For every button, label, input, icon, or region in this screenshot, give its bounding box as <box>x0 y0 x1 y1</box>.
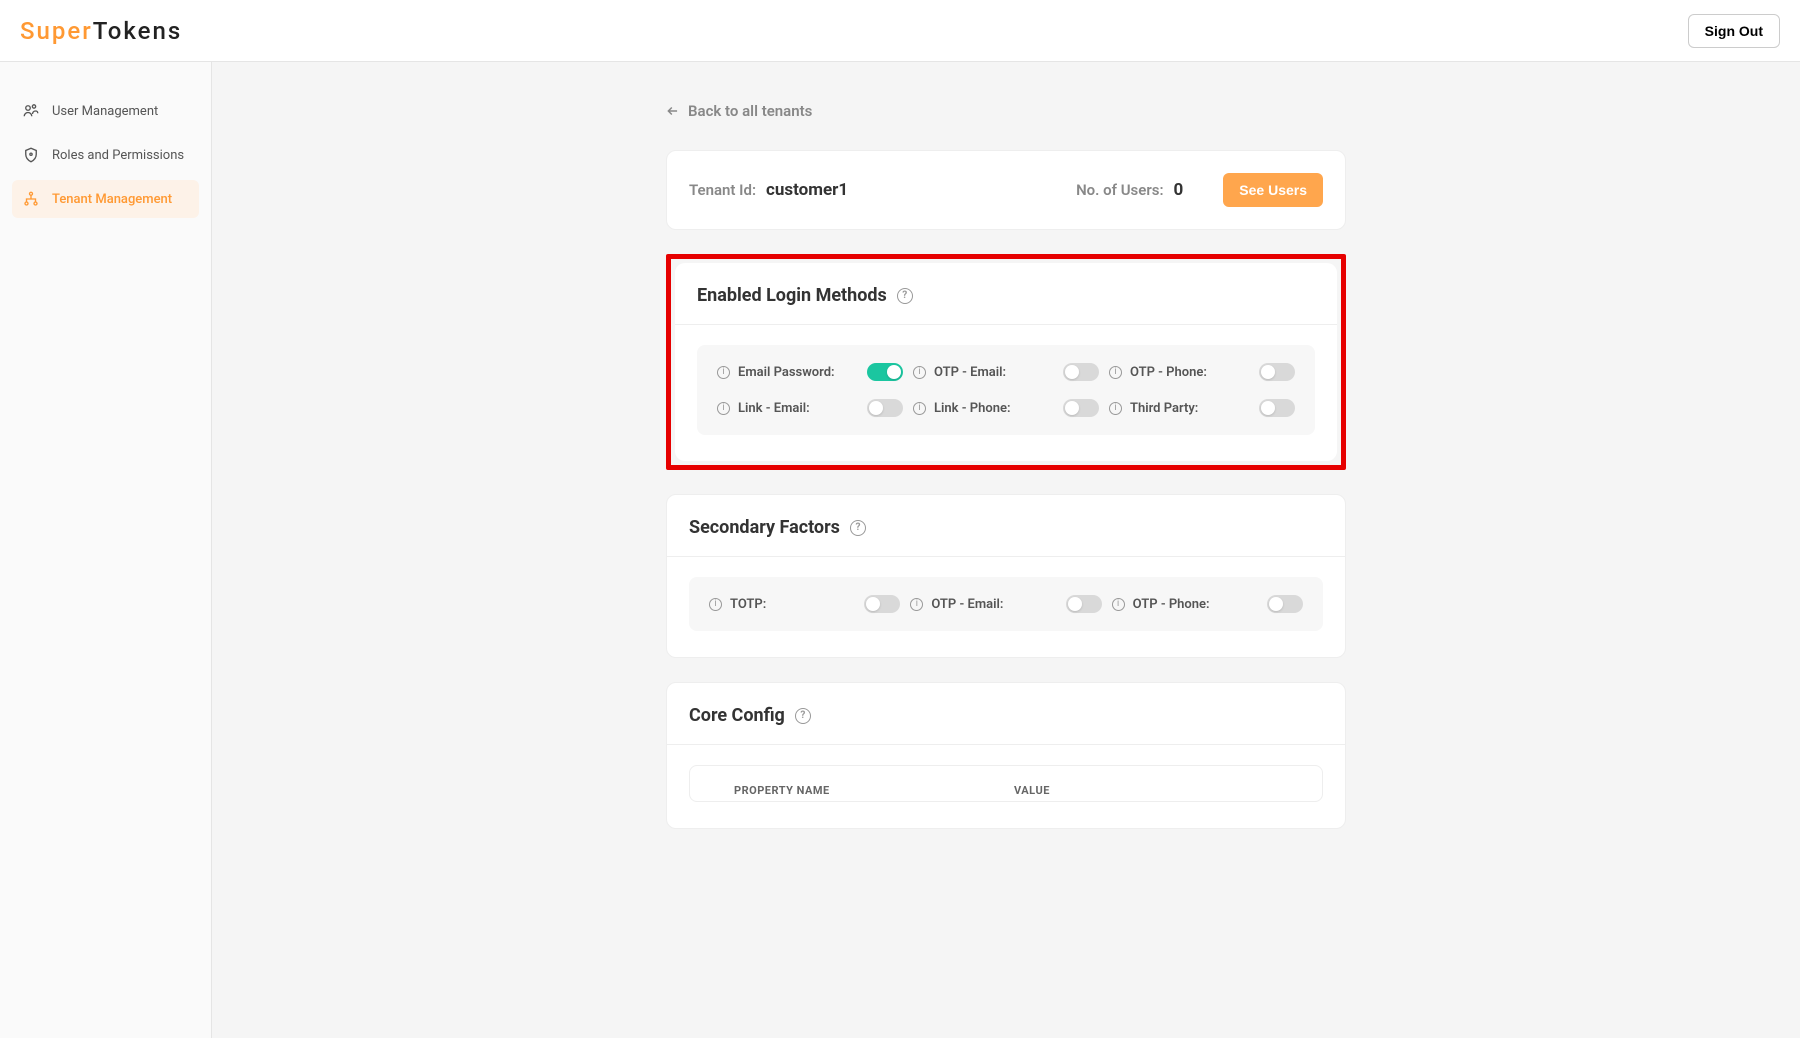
secondary-factor-row: i OTP - Email: <box>910 595 1101 613</box>
sidebar-item-roles[interactable]: Roles and Permissions <box>12 136 199 174</box>
core-config-card: Core Config ? PROPERTY NAME VALUE <box>666 682 1346 829</box>
login-method-toggle[interactable] <box>1259 399 1295 417</box>
config-col-value: VALUE <box>1014 784 1278 797</box>
app-header: SuperTokens Sign Out <box>0 0 1800 62</box>
secondary-factor-label-text: OTP - Email: <box>931 597 1003 612</box>
login-method-label-text: Third Party: <box>1130 401 1198 416</box>
login-method-label-text: Email Password: <box>738 365 835 380</box>
secondary-factor-toggle[interactable] <box>1066 595 1102 613</box>
tenant-users-value: 0 <box>1174 180 1184 200</box>
secondary-factor-toggle[interactable] <box>864 595 900 613</box>
sidebar-item-label: User Management <box>52 104 158 119</box>
main-content: Back to all tenants Tenant Id: customer1… <box>212 62 1800 1038</box>
config-col-name: PROPERTY NAME <box>734 784 1014 797</box>
secondary-factor-row: i OTP - Phone: <box>1112 595 1303 613</box>
secondary-factors-grid: i TOTP: i OTP - Email: i OTP - Phone: <box>689 577 1323 631</box>
info-icon[interactable]: i <box>717 366 730 379</box>
login-method-label: i Link - Phone: <box>913 401 1011 416</box>
secondary-factor-label-text: OTP - Phone: <box>1133 597 1210 612</box>
toggle-knob <box>869 401 883 415</box>
secondary-factor-label-text: TOTP: <box>730 597 766 612</box>
secondary-factor-row: i TOTP: <box>709 595 900 613</box>
secondary-factors-card: Secondary Factors ? iTOTP:iOTP - Email:i… <box>666 494 1346 658</box>
login-method-label-text: OTP - Phone: <box>1130 365 1207 380</box>
core-config-table: PROPERTY NAME VALUE <box>689 765 1323 802</box>
info-icon[interactable]: i <box>910 598 923 611</box>
toggle-knob <box>1261 401 1275 415</box>
login-method-label-text: Link - Phone: <box>934 401 1011 416</box>
login-method-label: i Email Password: <box>717 365 835 380</box>
sidebar-item-label: Tenant Management <box>52 192 172 207</box>
login-method-label: i Link - Email: <box>717 401 810 416</box>
info-icon[interactable]: i <box>709 598 722 611</box>
login-method-label-text: OTP - Email: <box>934 365 1006 380</box>
help-icon[interactable]: ? <box>850 520 866 536</box>
login-methods-highlight: Enabled Login Methods ? i Email Password:… <box>666 254 1346 470</box>
login-method-toggle[interactable] <box>867 399 903 417</box>
back-link-label: Back to all tenants <box>688 102 812 120</box>
toggle-knob <box>1068 597 1082 611</box>
core-config-title: Core Config <box>689 705 785 726</box>
login-method-label: i OTP - Phone: <box>1109 365 1207 380</box>
logo-super: Super <box>20 17 93 45</box>
login-methods-card: Enabled Login Methods ? i Email Password:… <box>675 263 1337 461</box>
see-users-button[interactable]: See Users <box>1223 173 1323 207</box>
back-to-tenants-link[interactable]: Back to all tenants <box>666 102 1346 120</box>
toggle-knob <box>887 365 901 379</box>
toggle-knob <box>1261 365 1275 379</box>
login-methods-title: Enabled Login Methods <box>697 285 887 306</box>
login-method-row: i Link - Email: <box>717 399 903 417</box>
login-method-toggle[interactable] <box>867 363 903 381</box>
tenant-id-value: customer1 <box>766 180 848 200</box>
login-method-toggle[interactable] <box>1063 399 1099 417</box>
tenant-summary-card: Tenant Id: customer1 No. of Users: 0 See… <box>666 150 1346 230</box>
help-icon[interactable]: ? <box>897 288 913 304</box>
login-method-label: i OTP - Email: <box>913 365 1006 380</box>
secondary-factor-label: i OTP - Phone: <box>1112 597 1210 612</box>
sidebar-item-user-management[interactable]: User Management <box>12 92 199 130</box>
info-icon[interactable]: i <box>1109 366 1122 379</box>
tenant-id-label: Tenant Id: <box>689 181 756 199</box>
users-icon <box>22 102 40 120</box>
login-method-toggle[interactable] <box>1259 363 1295 381</box>
login-method-row: i OTP - Email: <box>913 363 1099 381</box>
info-icon[interactable]: i <box>913 366 926 379</box>
logo: SuperTokens <box>20 17 182 45</box>
toggle-knob <box>1065 365 1079 379</box>
info-icon[interactable]: i <box>1109 402 1122 415</box>
login-methods-grid: i Email Password: i OTP - Email: i OTP - Phon… <box>697 345 1315 435</box>
tenant-users-block: No. of Users: 0 <box>1076 180 1183 200</box>
sidebar-item-tenant-management[interactable]: Tenant Management <box>12 180 199 218</box>
logo-tokens: Tokens <box>93 17 182 45</box>
sidebar-item-label: Roles and Permissions <box>52 148 184 163</box>
signout-button[interactable]: Sign Out <box>1688 14 1780 48</box>
secondary-factor-label: i TOTP: <box>709 597 766 612</box>
shield-icon <box>22 146 40 164</box>
sidebar: User Management Roles and Permissions Te… <box>0 62 212 1038</box>
login-method-row: i OTP - Phone: <box>1109 363 1295 381</box>
login-method-row: i Link - Phone: <box>913 399 1099 417</box>
info-icon[interactable]: i <box>913 402 926 415</box>
secondary-factors-title: Secondary Factors <box>689 517 840 538</box>
info-icon[interactable]: i <box>1112 598 1125 611</box>
sitemap-icon <box>22 190 40 208</box>
tenant-id-block: Tenant Id: customer1 <box>689 180 848 200</box>
arrow-left-icon <box>666 104 680 118</box>
toggle-knob <box>866 597 880 611</box>
secondary-factor-label: i OTP - Email: <box>910 597 1003 612</box>
login-method-row: i Email Password: <box>717 363 903 381</box>
login-method-toggle[interactable] <box>1063 363 1099 381</box>
login-method-row: i Third Party: <box>1109 399 1295 417</box>
toggle-knob <box>1269 597 1283 611</box>
secondary-factor-toggle[interactable] <box>1267 595 1303 613</box>
info-icon[interactable]: i <box>717 402 730 415</box>
toggle-knob <box>1065 401 1079 415</box>
help-icon[interactable]: ? <box>795 708 811 724</box>
tenant-users-label: No. of Users: <box>1076 181 1163 199</box>
login-method-label-text: Link - Email: <box>738 401 810 416</box>
login-method-label: i Third Party: <box>1109 401 1198 416</box>
